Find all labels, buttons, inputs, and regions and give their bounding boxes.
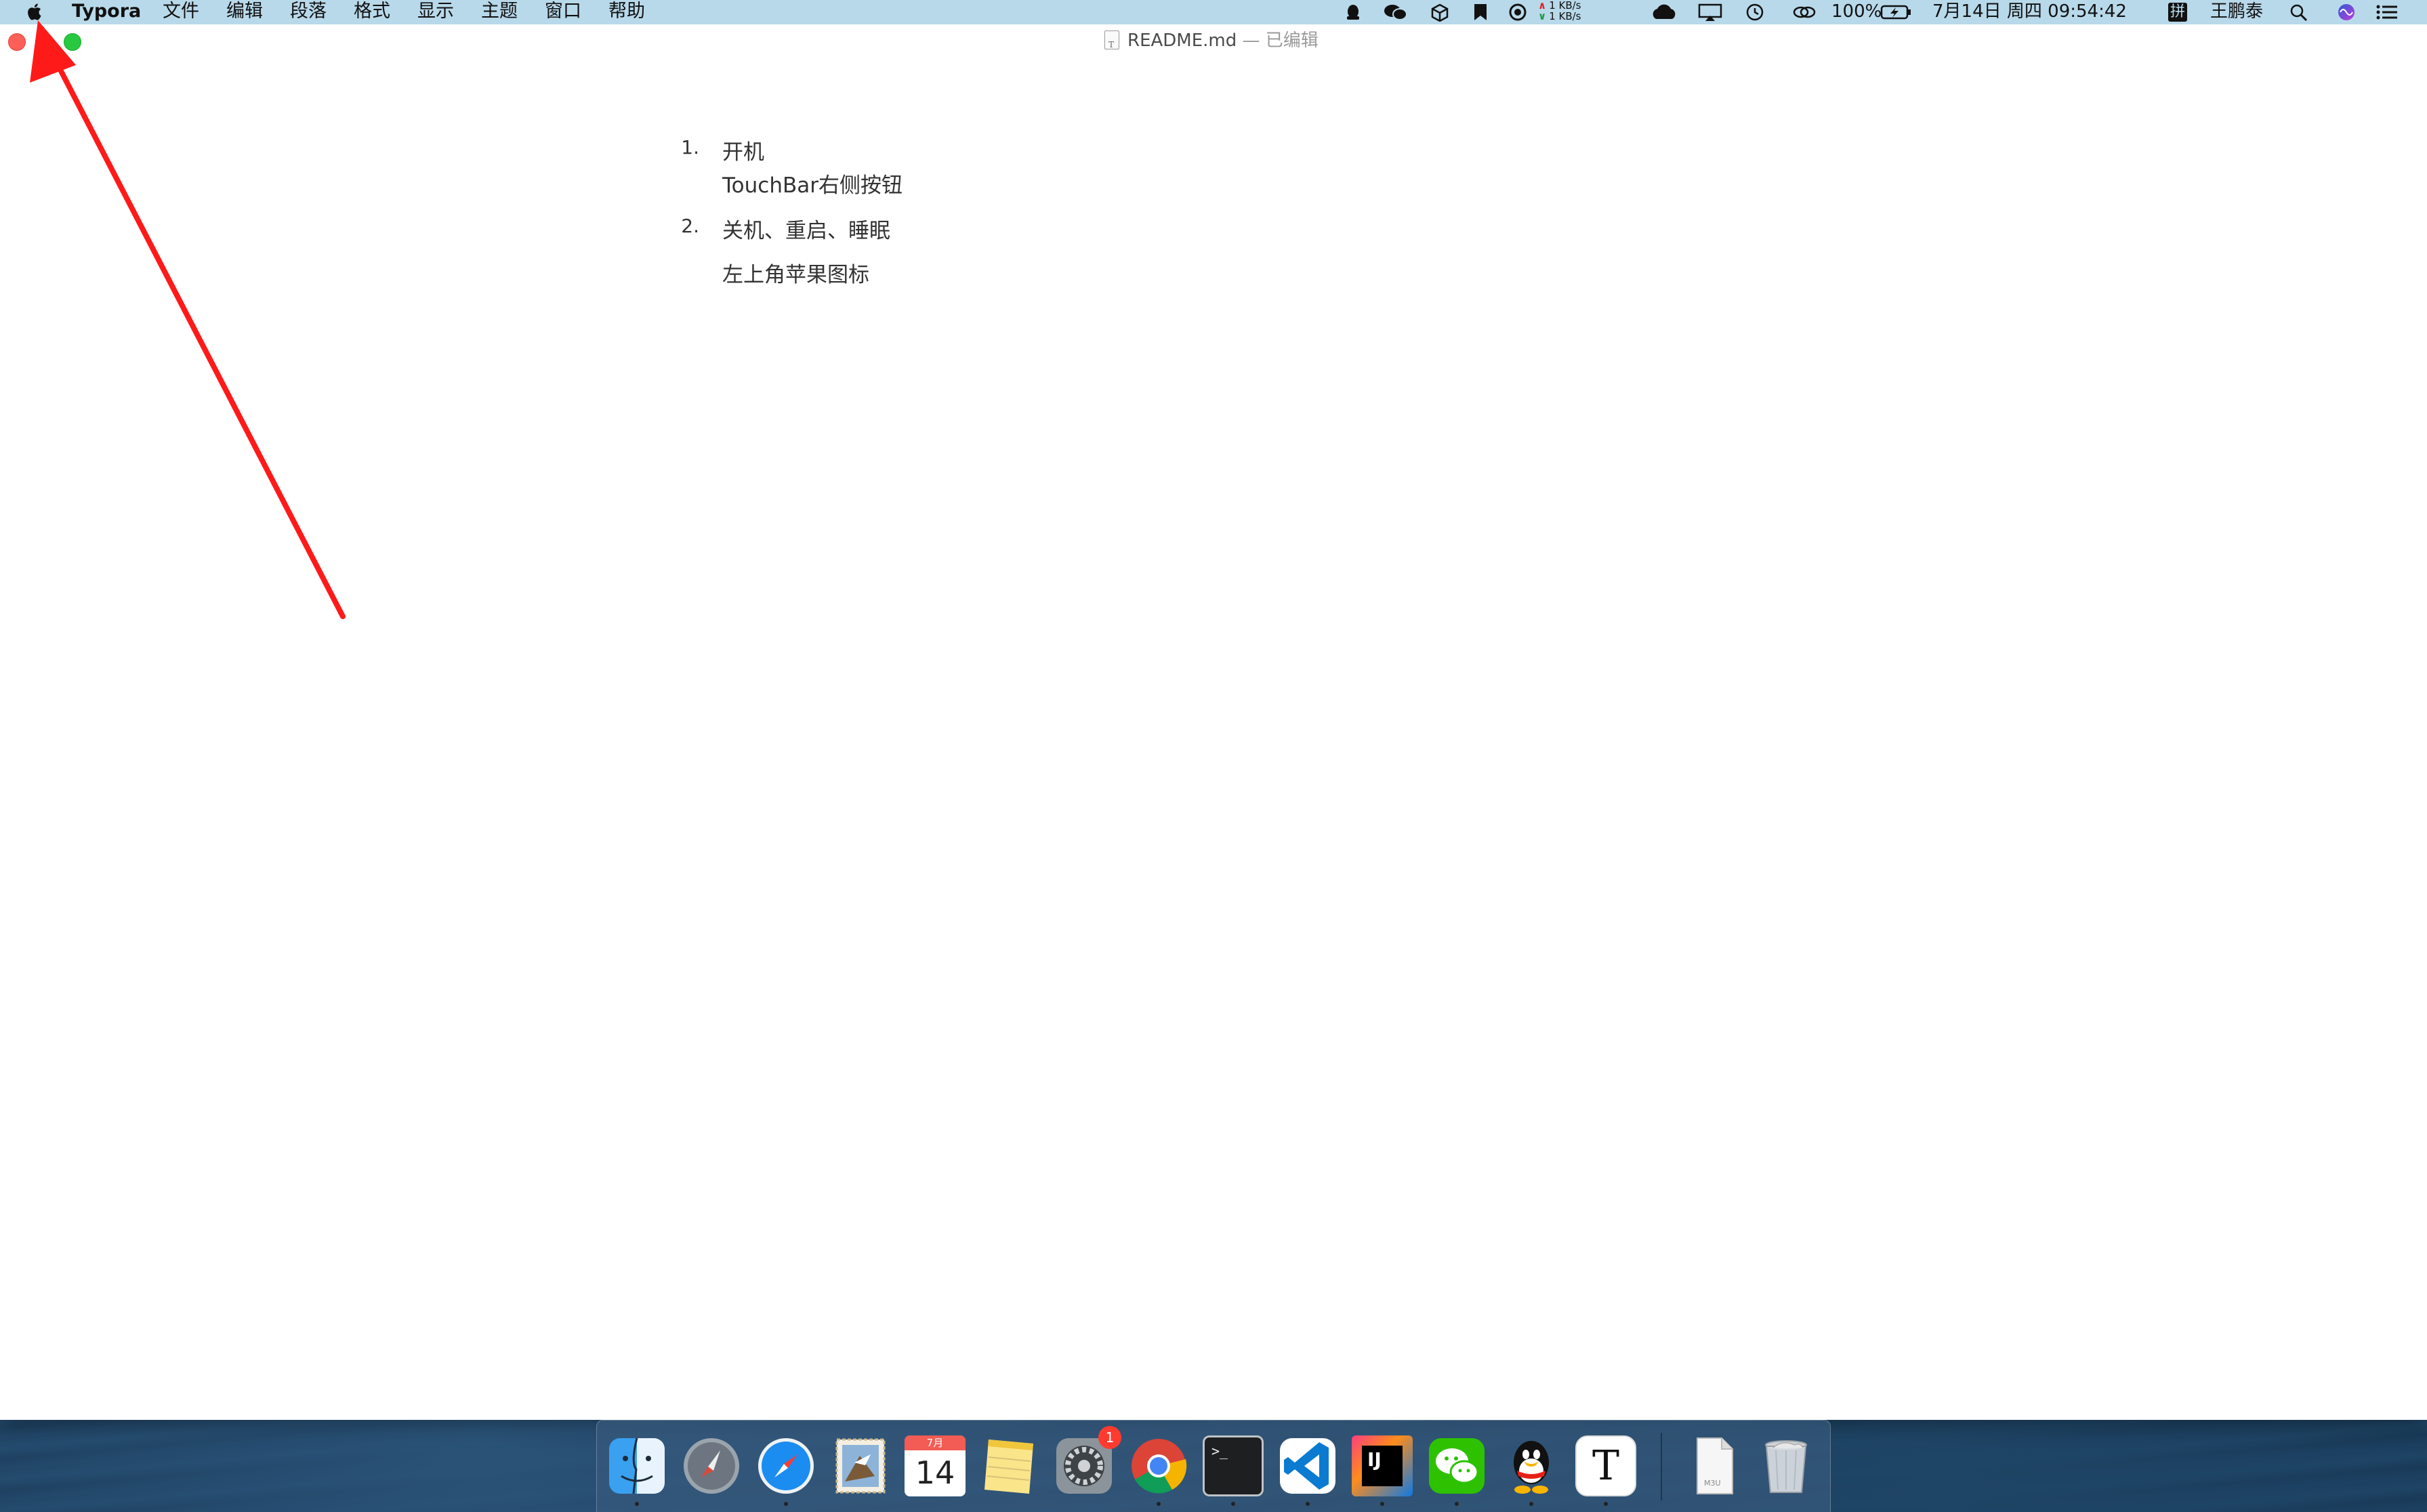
cloud-tray-icon[interactable]	[1649, 3, 1679, 22]
notification-badge: 1	[1098, 1426, 1121, 1449]
dock-separator	[1661, 1433, 1662, 1500]
terminal-icon[interactable]: >_	[1203, 1435, 1264, 1496]
menu-view[interactable]: 显示	[417, 0, 454, 24]
menu-paragraph[interactable]: 段落	[290, 0, 327, 24]
window-title-filename: README.md	[1127, 30, 1237, 51]
launchpad-icon[interactable]	[681, 1435, 742, 1496]
trash-icon[interactable]	[1756, 1435, 1817, 1496]
time-machine-icon[interactable]	[1745, 3, 1765, 22]
apple-icon[interactable]	[26, 1, 45, 22]
airplay-icon[interactable]	[1697, 3, 1723, 22]
running-indicator	[1380, 1502, 1384, 1506]
typora-window: README.md — 已编辑 1. 开机 TouchBar右侧按钮 2. 关机…	[0, 24, 2427, 1420]
mail-icon[interactable]	[830, 1435, 891, 1496]
running-indicator	[635, 1502, 639, 1506]
siri-icon[interactable]	[2336, 3, 2357, 22]
qq-icon[interactable]	[1501, 1435, 1562, 1496]
net-down-speed: 1 KB/s	[1538, 11, 1599, 22]
wechat-tray-icon[interactable]	[1382, 3, 1409, 22]
running-indicator	[1231, 1502, 1235, 1506]
spotlight-icon[interactable]	[2289, 3, 2309, 22]
document-icon[interactable]: M3U	[1684, 1435, 1745, 1496]
menu-window[interactable]: 窗口	[545, 0, 581, 24]
window-title-edited-status: — 已编辑	[1242, 30, 1319, 51]
running-indicator	[1157, 1502, 1161, 1506]
list-item-title[interactable]: 开机	[722, 135, 764, 165]
menu-help[interactable]: 帮助	[608, 0, 645, 24]
battery-percent[interactable]: 100%	[1831, 0, 1882, 24]
menu-app-name[interactable]: Typora	[72, 0, 141, 24]
notification-center-icon[interactable]	[2375, 3, 2399, 22]
window-title: README.md — 已编辑	[1104, 27, 1319, 58]
vscode-icon[interactable]	[1277, 1435, 1338, 1496]
list-item-title[interactable]: 关机、重启、睡眠	[722, 213, 890, 244]
list-item-detail[interactable]: 左上角苹果图标	[722, 257, 869, 288]
qq-tray-icon[interactable]	[1343, 3, 1363, 22]
running-indicator	[784, 1502, 788, 1506]
running-indicator	[1306, 1502, 1310, 1506]
terminal-prompt: >_	[1211, 1443, 1228, 1459]
finder-icon[interactable]	[606, 1435, 667, 1496]
close-button[interactable]	[8, 33, 26, 51]
running-indicator	[1529, 1502, 1533, 1506]
chrome-icon[interactable]	[1128, 1435, 1189, 1496]
running-indicator	[1604, 1502, 1608, 1506]
menu-format[interactable]: 格式	[354, 0, 390, 24]
controller-icon[interactable]	[1792, 3, 1817, 22]
intellij-icon[interactable]: IJ	[1352, 1435, 1413, 1496]
typora-label: T	[1592, 1442, 1620, 1490]
clock[interactable]: 7月14日 周四 09:54:42	[1932, 0, 2127, 24]
running-indicator	[1455, 1502, 1459, 1506]
document-proxy-icon[interactable]	[1104, 30, 1119, 58]
input-method-indicator[interactable]: 拼	[2168, 3, 2188, 22]
intellij-label: IJ	[1362, 1446, 1403, 1486]
battery-icon[interactable]	[1880, 3, 1911, 22]
document-label: M3U	[1704, 1479, 1721, 1488]
menu-themes[interactable]: 主题	[481, 0, 518, 24]
user-name[interactable]: 王鹏泰	[2210, 0, 2263, 24]
menu-edit[interactable]: 编辑	[226, 0, 263, 24]
activity-tray-icon[interactable]	[1508, 3, 1528, 22]
calendar-month: 7月	[905, 1435, 966, 1450]
calendar-day: 14	[915, 1454, 955, 1491]
bookmark-tray-icon[interactable]	[1470, 3, 1491, 22]
dock: 7月 14 1 >_ IJ T M3U	[596, 1420, 1831, 1512]
wechat-icon[interactable]	[1426, 1435, 1487, 1496]
list-item-number: 2.	[681, 215, 699, 237]
menu-file[interactable]: 文件	[163, 0, 199, 24]
list-item-detail[interactable]: TouchBar右侧按钮	[722, 168, 903, 198]
box-tray-icon[interactable]	[1430, 3, 1450, 22]
safari-icon[interactable]	[755, 1435, 816, 1496]
notes-icon[interactable]	[979, 1435, 1040, 1496]
typora-icon[interactable]: T	[1575, 1435, 1636, 1496]
menu-bar: Typora 文件 编辑 段落 格式 显示 主题 窗口 帮助 1 KB/s 1 …	[0, 0, 2427, 24]
window-titlebar: README.md — 已编辑	[0, 24, 2427, 58]
calendar-icon[interactable]: 7月 14	[905, 1435, 966, 1496]
net-up-speed: 1 KB/s	[1538, 0, 1599, 11]
network-speed: 1 KB/s 1 KB/s	[1538, 0, 1599, 24]
list-item-number: 1.	[681, 136, 699, 159]
zoom-button[interactable]	[64, 33, 81, 51]
